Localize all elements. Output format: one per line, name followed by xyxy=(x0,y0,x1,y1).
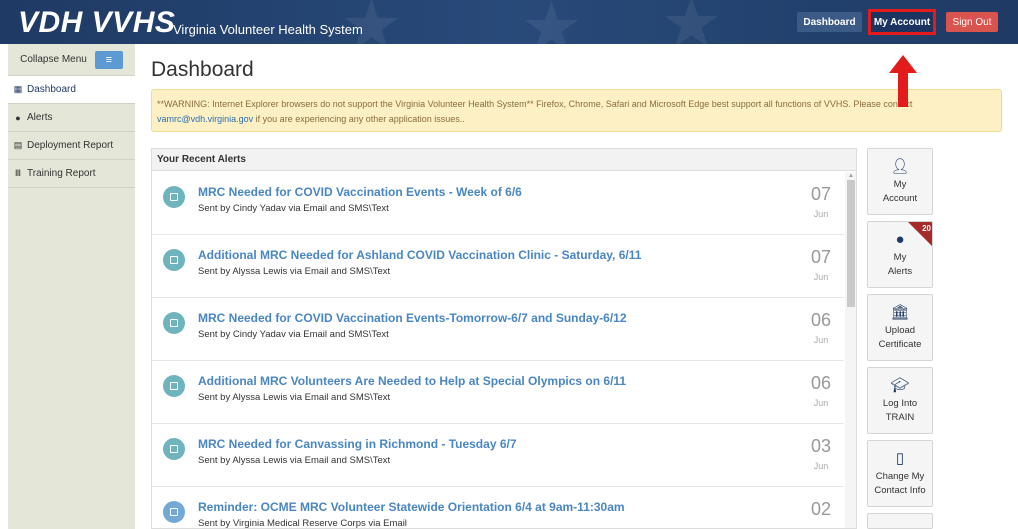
tile-label-2: Account xyxy=(882,192,918,204)
panel-heading: Your Recent Alerts xyxy=(152,149,856,171)
calendar-icon: ▤ xyxy=(13,140,23,150)
tile-label-1: My xyxy=(893,178,907,190)
user-icon: 👤︎ xyxy=(890,157,910,175)
graduation-cap-icon: 🎓︎ xyxy=(890,376,910,394)
decorative-star: ★ xyxy=(660,0,723,44)
alert-item[interactable]: Additional MRC Volunteers Are Needed to … xyxy=(152,361,844,424)
tile-label-2: Contact Info xyxy=(874,484,926,496)
collapse-menu-label: Collapse Menu xyxy=(20,54,87,65)
top-header: ★ ★ ★ VDH VVHS Virginia Volunteer Health… xyxy=(0,0,1018,44)
brand-subtitle: Virginia Volunteer Health System xyxy=(173,22,363,37)
sidebar-item-label: Alerts xyxy=(27,112,53,123)
alert-month: Jun xyxy=(813,335,829,345)
recent-alerts-panel: Your Recent Alerts MRC Needed for COVID … xyxy=(151,148,857,529)
alert-month: Jun xyxy=(813,461,829,471)
alert-title[interactable]: Additional MRC Volunteers Are Needed to … xyxy=(198,374,626,388)
alert-day: 02 xyxy=(810,499,832,519)
alert-day: 03 xyxy=(810,436,832,456)
comment-icon: ● xyxy=(15,112,21,123)
alert-sender: Sent by Cindy Yadav via Email and SMS\Te… xyxy=(198,203,389,214)
alert-icon xyxy=(163,312,185,334)
alert-title[interactable]: Additional MRC Needed for Ashland COVID … xyxy=(198,248,641,262)
sidebar-item-training-report[interactable]: Ⅲ Training Report xyxy=(8,160,135,188)
tile-label-2: Alerts xyxy=(887,265,913,277)
alert-icon xyxy=(163,249,185,271)
tile-my-account[interactable]: 👤︎ My Account xyxy=(867,148,933,215)
sidebar-item-alerts[interactable]: ● Alerts xyxy=(8,104,135,132)
alert-day: 07 xyxy=(810,184,832,204)
grid-icon: ▦ xyxy=(13,84,23,94)
alert-month: Jun xyxy=(813,398,829,408)
tile-label-2: TRAIN xyxy=(885,411,915,423)
alert-title[interactable]: Reminder: OCME MRC Volunteer Statewide O… xyxy=(198,500,625,514)
alert-day: 07 xyxy=(810,247,832,267)
tile-my-alerts[interactable]: 20 ● My Alerts xyxy=(867,221,933,288)
institution-icon: Ⅲ xyxy=(14,168,22,178)
sidebar-item-dashboard[interactable]: ▦ Dashboard xyxy=(8,76,135,104)
tile-change-contact-info[interactable]: ▯ Change My Contact Info xyxy=(867,440,933,507)
alert-title[interactable]: MRC Needed for COVID Vaccination Events-… xyxy=(198,311,627,325)
alert-title[interactable]: MRC Needed for COVID Vaccination Events … xyxy=(198,185,522,199)
decorative-star: ★ xyxy=(520,0,583,44)
tile-label-1: Log Into xyxy=(882,397,918,409)
warning-tail: if you are experiencing any other applic… xyxy=(253,114,465,124)
tile-label-2: Certificate xyxy=(878,338,922,350)
alert-month: Jun xyxy=(813,209,829,219)
email-icon xyxy=(163,501,185,523)
alert-day: 06 xyxy=(810,310,832,330)
tile-upload-certificate[interactable]: 🏛︎ Upload Certificate xyxy=(867,294,933,361)
scroll-up-icon[interactable]: ▲ xyxy=(848,173,854,179)
tile-partial[interactable] xyxy=(867,513,933,529)
sidebar-item-label: Deployment Report xyxy=(27,140,114,151)
institution-icon: 🏛︎ xyxy=(890,303,910,321)
alert-item[interactable]: Reminder: OCME MRC Volunteer Statewide O… xyxy=(152,487,844,529)
alert-sender: Sent by Alyssa Lewis via Email and SMS\T… xyxy=(198,392,391,403)
menu-icon[interactable]: ≡ xyxy=(94,50,123,69)
alert-item[interactable]: MRC Needed for COVID Vaccination Events … xyxy=(152,172,844,235)
alert-month: Jun xyxy=(813,272,829,282)
tile-log-into-train[interactable]: 🎓︎ Log Into TRAIN xyxy=(867,367,933,434)
alert-icon xyxy=(163,375,185,397)
my-account-button[interactable]: My Account xyxy=(868,9,936,35)
sidebar: Collapse Menu ≡ ▦ Dashboard ● Alerts ▤ D… xyxy=(8,44,135,529)
alert-title[interactable]: MRC Needed for Canvassing in Richmond - … xyxy=(198,437,517,451)
sign-out-button[interactable]: Sign Out xyxy=(946,12,998,32)
alert-count: 20 xyxy=(922,224,931,233)
dashboard-button[interactable]: Dashboard xyxy=(797,12,862,32)
alert-sender: Sent by Alyssa Lewis via Email and SMS\T… xyxy=(198,266,391,277)
alerts-scrollbar[interactable]: ▲ xyxy=(845,172,856,528)
sidebar-item-deployment-report[interactable]: ▤ Deployment Report xyxy=(8,132,135,160)
collapse-menu[interactable]: Collapse Menu ≡ xyxy=(8,44,135,76)
alert-item[interactable]: Additional MRC Needed for Ashland COVID … xyxy=(152,235,844,298)
alert-sender: Sent by Cindy Yadav via Email and SMS\Te… xyxy=(198,329,389,340)
annotation-arrow-icon xyxy=(889,55,917,107)
alert-sender: Sent by Alyssa Lewis via Email and SMS\T… xyxy=(198,455,391,466)
tile-label-1: Change My xyxy=(875,470,925,482)
browser-warning-banner: **WARNING: Internet Explorer browsers do… xyxy=(151,89,1002,132)
alert-item[interactable]: MRC Needed for COVID Vaccination Events-… xyxy=(152,298,844,361)
contact-email-link[interactable]: vamrc@vdh.virginia.gov xyxy=(157,114,253,124)
tile-label-1: My xyxy=(893,251,907,263)
alert-day: 06 xyxy=(810,373,832,393)
sidebar-item-label: Dashboard xyxy=(27,84,76,95)
mobile-phone-icon: ▯ xyxy=(895,449,905,467)
scrollbar-thumb[interactable] xyxy=(847,180,855,307)
warning-text: **WARNING: Internet Explorer browsers do… xyxy=(157,99,913,109)
tile-label-1: Upload xyxy=(884,324,916,336)
sidebar-item-label: Training Report xyxy=(27,168,96,179)
alert-item[interactable]: MRC Needed for Canvassing in Richmond - … xyxy=(152,424,844,487)
page-title: Dashboard xyxy=(151,58,254,81)
alert-sender: Sent by Virginia Medical Reserve Corps v… xyxy=(198,518,407,529)
brand-logo[interactable]: VDH VVHS xyxy=(18,6,175,40)
alert-icon xyxy=(163,438,185,460)
alert-icon xyxy=(163,186,185,208)
comment-icon: ● xyxy=(895,230,905,248)
